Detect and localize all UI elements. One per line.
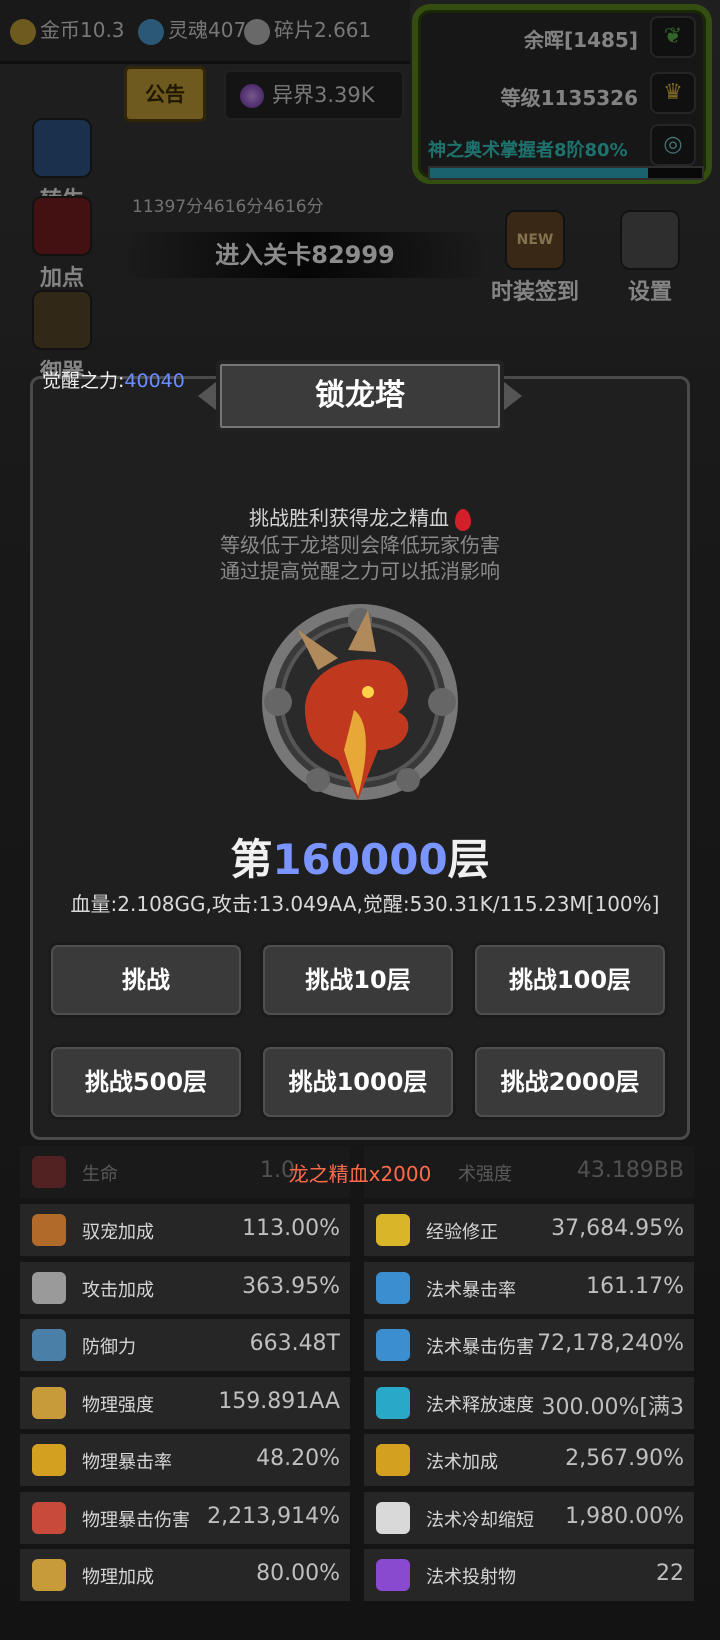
stat-label: 物理加成 — [82, 1567, 154, 1588]
stat-value: 80.00% — [256, 1561, 340, 1586]
shield-icon — [32, 1329, 66, 1361]
stat-value: 300.00%[满3 — [541, 1394, 684, 1420]
spell-damage-icon — [376, 1329, 410, 1361]
stat-label: 物理暴击伤害 — [82, 1509, 190, 1531]
stat-row: 法术暴击率 161.17% — [364, 1261, 694, 1314]
phys-damage-icon — [32, 1501, 66, 1534]
stat-value: 363.95% — [242, 1273, 340, 1299]
stat-label: 防御力 — [82, 1337, 136, 1358]
hint-line-2: 通过提高觉醒之力可以抵消影响 — [220, 559, 500, 583]
stat-label: 物理暴击率 — [82, 1452, 172, 1473]
floor-prefix: 第 — [230, 835, 273, 884]
spell-crit-icon — [376, 1271, 410, 1304]
sword-icon — [32, 1386, 66, 1419]
stat-label: 法术暴击率 — [426, 1279, 516, 1301]
challenge-1000-button[interactable]: 挑战1000层 — [260, 1044, 456, 1120]
stat-row: 攻击加成 363.95% — [20, 1261, 350, 1314]
spell-bonus-icon — [376, 1444, 410, 1476]
stat-row: 物理暴击率 48.20% — [20, 1434, 350, 1486]
stat-label: 攻击加成 — [82, 1279, 154, 1301]
awaken-power: 觉醒之力:40040 — [42, 366, 185, 393]
crown-icon — [376, 1214, 410, 1246]
challenge-button[interactable]: 挑战 — [48, 942, 244, 1018]
stat-row: 法术投射物 22 — [364, 1549, 694, 1601]
stat-value: 1,980.00% — [565, 1503, 684, 1529]
stat-value: 663.48T — [249, 1331, 340, 1356]
stat-value: 2,213,914% — [207, 1503, 340, 1529]
stat-value: 37,684.95% — [551, 1216, 684, 1241]
stat-value: 72,178,240% — [537, 1331, 684, 1356]
paw-icon — [32, 1214, 66, 1246]
mushroom-icon — [376, 1386, 410, 1419]
victory-reward-text: 挑战胜利获得龙之精血 — [249, 506, 449, 530]
stat-row: 经验修正 37,684.95% — [364, 1204, 694, 1256]
challenge-100-button[interactable]: 挑战100层 — [472, 942, 668, 1018]
stat-value: 161.17% — [586, 1273, 684, 1299]
stat-row: 法术冷却缩短 1,980.00% — [364, 1491, 694, 1544]
awaken-label: 觉醒之力: — [42, 370, 125, 392]
stat-row: 法术加成 2,567.90% — [364, 1434, 694, 1486]
stat-row: 法术暴击伤害 72,178,240% — [364, 1319, 694, 1371]
dialog-hint: 等级低于龙塔则会降低玩家伤害 通过提高觉醒之力可以抵消影响 — [0, 532, 720, 584]
projectile-icon — [376, 1559, 410, 1591]
stat-value: 22 — [656, 1561, 684, 1586]
stat-label: 法术暴击伤害 — [426, 1337, 534, 1358]
stat-row: 防御力 663.48T — [20, 1319, 350, 1371]
floor-suffix: 层 — [447, 835, 490, 884]
awaken-value: 40040 — [124, 370, 185, 392]
challenge-10-button[interactable]: 挑战10层 — [260, 942, 456, 1018]
dialog-description: 挑战胜利获得龙之精血 — [0, 502, 720, 531]
floor-value: 160000 — [272, 835, 448, 884]
hourglass-icon — [376, 1501, 410, 1534]
stat-value: 48.20% — [256, 1446, 340, 1471]
stat-value: 2,567.90% — [565, 1446, 684, 1471]
stat-label: 法术释放速度 — [426, 1394, 534, 1416]
dragon-emblem-icon — [262, 604, 458, 800]
stat-label: 物理强度 — [82, 1394, 154, 1416]
stat-label: 法术投射物 — [426, 1567, 516, 1588]
blood-drop-icon — [455, 508, 471, 531]
stat-label: 法术冷却缩短 — [426, 1509, 534, 1531]
phys-crit-icon — [32, 1444, 66, 1476]
stat-row: 法术释放速度 300.00%[满3 — [364, 1376, 694, 1429]
stat-label: 法术加成 — [426, 1452, 498, 1473]
stat-row: 物理加成 80.00% — [20, 1549, 350, 1601]
stat-value: 113.00% — [242, 1216, 340, 1241]
enemy-stats: 血量:2.108GG,攻击:13.049AA,觉醒:530.31K/115.23… — [70, 892, 660, 916]
reward-text: 龙之精血x2000 — [288, 1162, 432, 1186]
challenge-2000-button[interactable]: 挑战2000层 — [472, 1044, 668, 1120]
stat-value: 159.891AA — [218, 1388, 340, 1414]
stat-row: 物理强度 159.891AA — [20, 1376, 350, 1429]
phys-bonus-icon — [32, 1559, 66, 1591]
dialog-title: 锁龙塔 — [198, 360, 522, 432]
swords-icon — [32, 1271, 66, 1304]
stat-row: 物理暴击伤害 2,213,914% — [20, 1491, 350, 1544]
stat-label: 经验修正 — [426, 1222, 498, 1243]
hint-line-1: 等级低于龙塔则会降低玩家伤害 — [220, 533, 500, 557]
stat-row: 驭宠加成 113.00% — [20, 1204, 350, 1256]
stat-label: 驭宠加成 — [82, 1222, 154, 1243]
challenge-500-button[interactable]: 挑战500层 — [48, 1044, 244, 1120]
floor-number: 第160000层 — [0, 826, 720, 887]
